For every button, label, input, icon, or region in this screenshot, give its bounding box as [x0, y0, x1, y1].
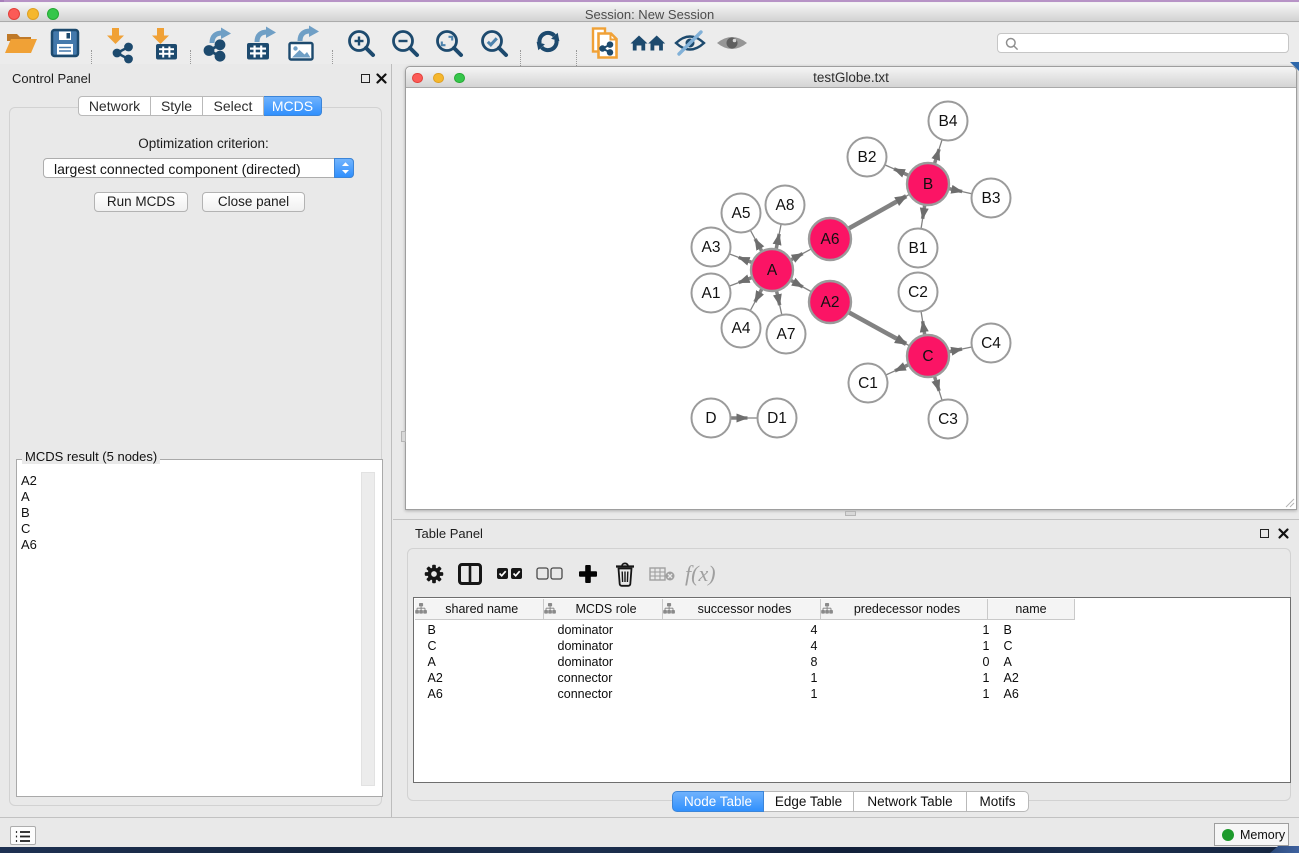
svg-text:B3: B3 — [982, 190, 1001, 207]
svg-text:A2: A2 — [821, 294, 840, 311]
svg-text:A6: A6 — [821, 231, 840, 248]
svg-text:A5: A5 — [732, 205, 751, 222]
svg-text:C2: C2 — [908, 284, 928, 301]
svg-text:D1: D1 — [767, 410, 787, 427]
svg-text:A: A — [767, 262, 778, 279]
svg-text:C1: C1 — [858, 375, 878, 392]
svg-text:B2: B2 — [858, 149, 877, 166]
svg-text:C3: C3 — [938, 411, 958, 428]
svg-text:C: C — [922, 348, 933, 365]
svg-text:D: D — [705, 410, 716, 427]
svg-text:A8: A8 — [776, 197, 795, 214]
svg-text:B4: B4 — [939, 113, 958, 130]
svg-text:B1: B1 — [909, 240, 928, 257]
svg-text:C4: C4 — [981, 335, 1001, 352]
svg-text:A3: A3 — [702, 239, 721, 256]
svg-text:B: B — [923, 176, 933, 193]
svg-text:A7: A7 — [777, 326, 796, 343]
svg-text:A4: A4 — [732, 320, 751, 337]
svg-text:A1: A1 — [702, 285, 721, 302]
